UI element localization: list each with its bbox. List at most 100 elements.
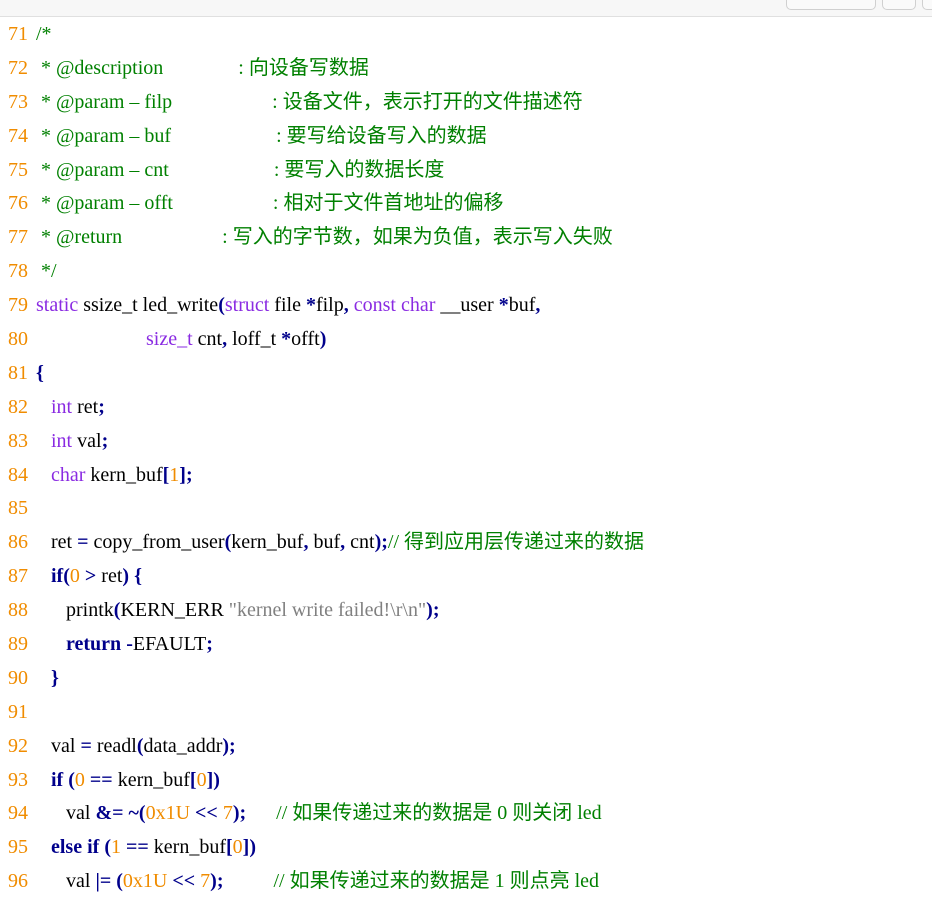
code-token: filp — [315, 294, 344, 317]
code-token: ]) — [242, 836, 256, 859]
code-token: val — [72, 429, 102, 452]
line-number: 77 — [8, 226, 28, 249]
code-line: 83 int val; — [0, 425, 932, 459]
code-token: val — [36, 734, 81, 757]
code-text: printk(KERN_ERR "kernel write failed!\r\… — [36, 594, 439, 628]
code-line: 88 printk(KERN_ERR "kernel write failed!… — [0, 594, 932, 628]
code-text: { — [36, 357, 44, 391]
line-number: 92 — [8, 734, 28, 757]
code-token: : 相对于文件首地址的偏移 — [272, 192, 504, 215]
code-text: */ — [36, 255, 57, 289]
code-token: buf — [508, 294, 536, 317]
code-text: * @param – filp : 设备文件，表示打开的文件描述符 — [36, 86, 583, 120]
code-text: int ret; — [36, 391, 105, 425]
code-token: kern_buf — [153, 836, 226, 859]
code-token: ); — [232, 802, 247, 825]
code-token: , — [535, 294, 541, 317]
code-text: int val; — [36, 425, 108, 459]
code-text: else if (1 == kern_buf[0]) — [36, 831, 256, 865]
code-line: 75 * @param – cnt : 要写入的数据长度 — [0, 154, 932, 188]
line-number: 85 — [8, 497, 28, 520]
code-token: ( — [63, 768, 75, 791]
code-text: } — [36, 662, 59, 696]
code-block: 71/* 72 * @description : 向设备写数据 73 * @para… — [0, 18, 932, 899]
code-token: offt — [291, 328, 320, 351]
line-number: 86 — [8, 531, 28, 554]
toolbar-button[interactable] — [922, 0, 932, 10]
code-text: return -EFAULT; — [36, 628, 213, 662]
code-token: if — [51, 768, 64, 791]
code-token: 1 — [169, 463, 180, 486]
code-token: kern_buf — [117, 768, 190, 791]
code-token: kern_buf — [85, 463, 163, 486]
code-token: == — [84, 768, 118, 791]
line-number: 76 — [8, 192, 28, 215]
code-text: * @param – buf : 要写给设备写入的数据 — [36, 120, 487, 154]
code-text: static ssize_t led_write(struct file *fi… — [36, 289, 540, 323]
code-line: 73 * @param – filp : 设备文件，表示打开的文件描述符 — [0, 86, 932, 120]
line-number: 81 — [8, 361, 28, 384]
code-token: : 要写给设备写入的数据 — [276, 124, 487, 147]
code-token: ret — [72, 395, 99, 418]
toolbar — [0, 0, 932, 17]
line-number: 79 — [8, 294, 28, 317]
code-line: 92 val = readl(data_addr); — [0, 730, 932, 764]
code-token: ; — [101, 429, 109, 452]
code-token: * @return — [36, 226, 223, 249]
line-number: 89 — [8, 633, 28, 656]
code-line: 89 return -EFAULT; — [0, 628, 932, 662]
line-number: 90 — [8, 666, 28, 689]
code-token: static — [36, 294, 79, 317]
code-token: : 设备文件，表示打开的文件描述符 — [272, 90, 583, 113]
code-line: 78 */ — [0, 255, 932, 289]
code-text: if(0 > ret) { — [36, 560, 142, 594]
code-token: - — [121, 633, 133, 656]
toolbar-button[interactable] — [786, 0, 876, 10]
code-token: ( — [99, 836, 111, 859]
code-text: char kern_buf[1]; — [36, 459, 193, 493]
line-number: 74 — [8, 124, 28, 147]
code-token: 0x1U — [145, 802, 191, 825]
line-number: 87 — [8, 565, 28, 588]
code-token: struct — [224, 294, 270, 317]
line-number: 78 — [8, 260, 28, 283]
code-token: KERN_ERR — [120, 599, 229, 622]
code-token: : 向设备写数据 — [238, 56, 369, 79]
toolbar-button[interactable] — [882, 0, 916, 10]
code-token: cnt — [345, 531, 375, 554]
code-token: buf — [308, 531, 341, 554]
code-text: val |= (0x1U << 7); // 如果传递过来的数据是 1 则点亮 … — [36, 865, 599, 899]
line-number: 72 — [8, 56, 28, 79]
code-line: 79 static ssize_t led_write(struct file *… — [0, 289, 932, 323]
code-line: 81 { — [0, 357, 932, 391]
code-token: = — [77, 531, 89, 554]
code-line: 85 — [0, 492, 932, 526]
line-number: 95 — [8, 836, 28, 859]
code-text: val = readl(data_addr); — [36, 730, 236, 764]
code-token: readl — [91, 734, 137, 757]
code-token: 7 — [222, 802, 233, 825]
code-token: val — [36, 802, 96, 825]
code-token: __user — [435, 294, 499, 317]
code-token: cnt — [192, 328, 223, 351]
code-token: */ — [36, 260, 57, 283]
code-line: 77 * @return : 写入的字节数，如果为负值，表示写入失败 — [0, 221, 932, 255]
code-token: ret — [36, 531, 78, 554]
code-token: { — [36, 361, 44, 384]
line-number: 88 — [8, 599, 28, 622]
code-token: * — [305, 294, 316, 317]
code-token: * — [281, 328, 292, 351]
line-number: 82 — [8, 395, 28, 418]
code-token: if — [87, 836, 100, 859]
code-line: 87 if(0 > ret) { — [0, 560, 932, 594]
code-token: [ — [225, 836, 233, 859]
code-token: 0 — [196, 768, 207, 791]
code-token: int — [51, 429, 73, 452]
